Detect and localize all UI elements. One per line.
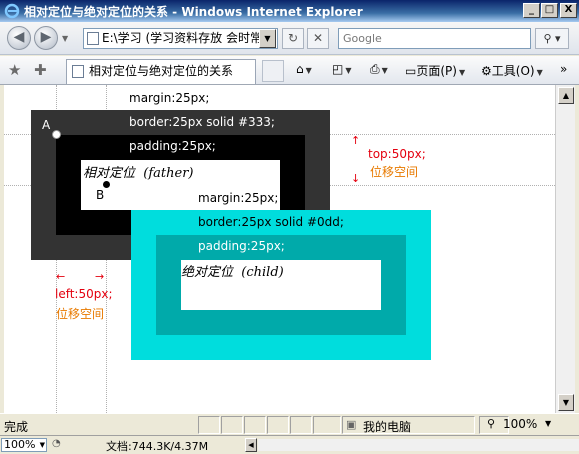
top-arrow-up-icon: ↑	[351, 134, 361, 147]
page-menu[interactable]: ▭页面(P) ▼	[405, 62, 465, 79]
father-margin-label: margin:25px;	[129, 91, 210, 105]
close-button[interactable]: X	[560, 3, 577, 18]
stop-icon[interactable]: ✕	[307, 28, 329, 49]
status-cell	[267, 416, 289, 434]
status-cell	[198, 416, 220, 434]
maximize-button[interactable]: □	[541, 3, 558, 18]
page-icon	[72, 65, 84, 78]
title-bar[interactable]: 相对定位与绝对定位的关系 - Windows Internet Explorer…	[0, 0, 579, 22]
top-offset-desc: 位移空间	[370, 165, 419, 179]
child-padding-label: padding:25px;	[198, 239, 285, 253]
left-offset-label: left:50px;	[55, 287, 113, 301]
window-frame-right	[575, 85, 579, 413]
forward-arrow-icon[interactable]: ▶	[34, 26, 58, 50]
command-bar: ★ ✚ 相对定位与绝对定位的关系 ⌂ ▼ ◰ ▼ ⎙ ▼ ▭页面(P) ▼ ⚙工具(O)…	[0, 56, 579, 85]
window-title: 相对定位与绝对定位的关系 - Windows Internet Explorer	[24, 5, 363, 19]
father-label: 相对定位 (father)	[83, 166, 194, 181]
status-cell	[244, 416, 266, 434]
father-padding-label: padding:25px;	[129, 139, 216, 153]
ie-logo-icon	[4, 3, 20, 19]
tab-title: 相对定位与绝对定位的关系	[89, 64, 234, 78]
scroll-down-icon[interactable]: ▼	[558, 394, 574, 411]
computer-icon: ▣	[346, 418, 357, 431]
chevron-down-icon: ▼	[39, 441, 45, 449]
tools-menu[interactable]: ⚙工具(O) ▼	[481, 62, 543, 79]
top-offset-label: top:50px;	[368, 147, 426, 161]
right-arrow-icon: →	[95, 270, 105, 283]
add-favorites-icon[interactable]: ✚	[34, 61, 47, 79]
security-zone[interactable]: ▣ 我的电脑	[342, 416, 475, 434]
bottom-bar: 100% ▼ ◔ 文档:744.3K/4.37M ◀	[0, 435, 579, 453]
toolbar-overflow-icon[interactable]: »	[560, 62, 567, 76]
vertical-scrollbar[interactable]: ▲ ▼	[555, 85, 575, 413]
minimize-button[interactable]: _	[523, 3, 540, 18]
status-cell	[290, 416, 312, 434]
status-cell	[221, 416, 243, 434]
corner-dot-a	[52, 130, 61, 139]
child-label: 绝对定位 (child)	[181, 265, 284, 280]
favorites-star-icon[interactable]: ★	[8, 61, 21, 79]
zoom-control[interactable]: ⚲ 100% ▼	[485, 416, 575, 434]
feeds-icon[interactable]: ◰ ▼	[332, 62, 352, 76]
zoom-icon: ⚲	[487, 417, 496, 430]
home-icon[interactable]: ⌂ ▼	[296, 62, 312, 76]
search-input[interactable]: Google	[338, 28, 531, 49]
zoom-label: 100%	[503, 417, 538, 431]
print-icon[interactable]: ⎙ ▼	[370, 62, 388, 77]
address-dropdown-button[interactable]: ▼	[259, 29, 276, 48]
address-url: E:\学习 (学习资料存放 会时常	[102, 31, 262, 45]
corner-label-b: B	[96, 188, 105, 202]
status-bar: 完成 ▣ 我的电脑 ⚲ 100% ▼	[0, 413, 579, 435]
search-button[interactable]: ⚲ ▾	[535, 28, 569, 49]
left-offset-desc: 位移空间	[56, 307, 105, 321]
back-arrow-icon[interactable]: ◀	[7, 26, 31, 50]
address-toolbar: ◀ ▶ ▼ E:\学习 (学习资料存放 会时常 ▼ ↻ ✕ Google ⚲ ▾	[0, 22, 579, 55]
clock-icon: ◔	[52, 438, 61, 449]
status-text: 完成	[4, 420, 29, 434]
father-border-label: border:25px solid #333;	[129, 115, 275, 129]
scroll-up-icon[interactable]: ▲	[558, 87, 574, 104]
zoom-dropdown-icon: ▼	[545, 419, 552, 428]
corner-dot-b	[102, 180, 111, 189]
top-arrow-down-icon: ↓	[351, 172, 361, 185]
page-icon	[87, 32, 99, 45]
zoom-select[interactable]: 100% ▼	[1, 438, 47, 452]
browser-window: 相对定位与绝对定位的关系 - Windows Internet Explorer…	[0, 0, 579, 453]
horizontal-scrollbar[interactable]	[258, 439, 579, 451]
corner-label-a: A	[42, 118, 51, 132]
refresh-icon[interactable]: ↻	[282, 28, 304, 49]
tab-current[interactable]: 相对定位与绝对定位的关系	[66, 59, 256, 84]
address-input[interactable]: E:\学习 (学习资料存放 会时常	[83, 28, 278, 49]
child-border-label: border:25px solid #0dd;	[198, 215, 344, 229]
left-arrow-icon: ←	[56, 270, 66, 283]
status-cell	[313, 416, 341, 434]
document-size: 文档:744.3K/4.37M	[106, 440, 209, 453]
new-tab-button[interactable]	[262, 60, 284, 82]
page-content: margin:25px; border:25px solid #333; pad…	[4, 85, 555, 413]
scroll-left-icon[interactable]: ◀	[245, 438, 257, 452]
history-dropdown-icon[interactable]: ▼	[62, 34, 68, 43]
zone-label: 我的电脑	[363, 420, 412, 434]
child-margin-label: margin:25px;	[198, 191, 279, 205]
